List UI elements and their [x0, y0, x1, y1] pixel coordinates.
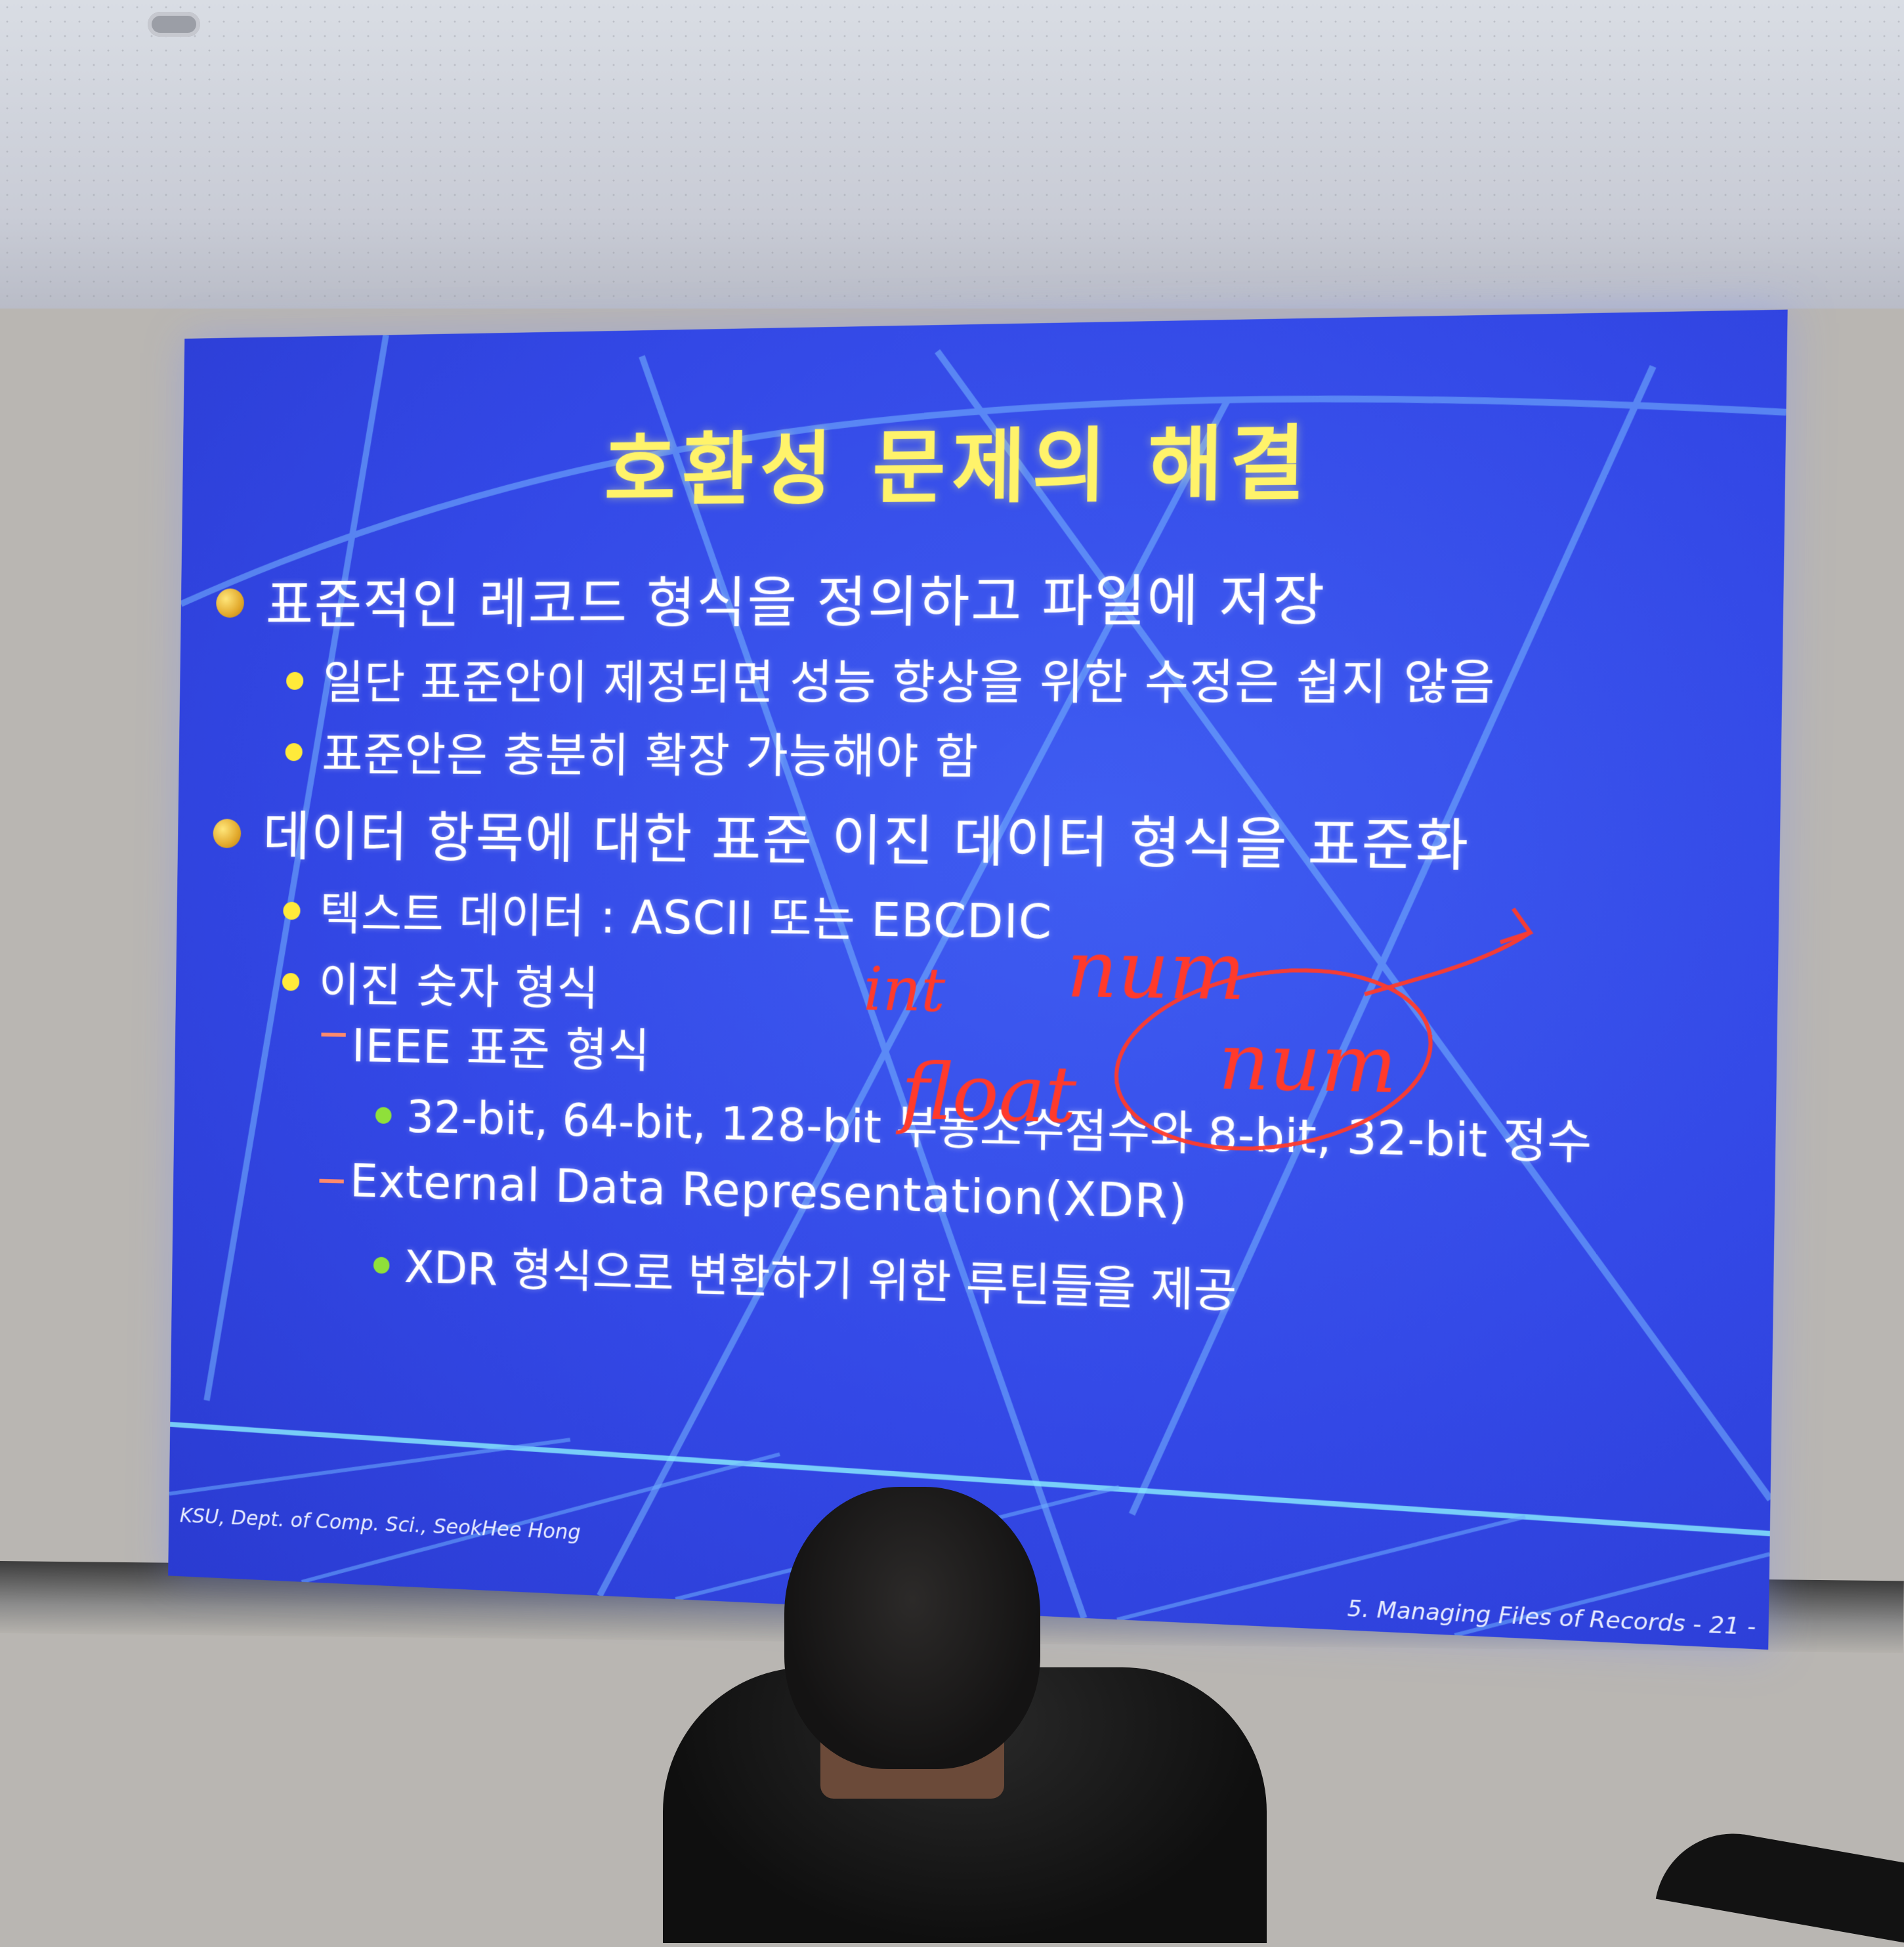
- slide: 호환성 문제의 해결 표준적인 레코드 형식을 정의하고 파일에 저장 일단 표…: [168, 309, 1788, 1650]
- slide-line-3: 표준안은 충분히 확장 가능해야 함: [322, 727, 979, 784]
- lecture-room-photo: 호환성 문제의 해결 표준적인 레코드 형식을 정의하고 파일에 저장 일단 표…: [0, 0, 1904, 1947]
- slide-line-4: 데이터 항목에 대한 표준 이진 데이터 형식을 표준화: [262, 805, 1471, 879]
- sprinkler-icon: [148, 12, 200, 37]
- slide-title: 호환성 문제의 해결: [604, 416, 1313, 517]
- ceiling-texture: [0, 0, 1904, 309]
- slide-line-2: 일단 표준안이 제정되면 성능 향상을 위한 수정은 쉽지 않음: [322, 653, 1496, 710]
- bg-line: [1132, 366, 1653, 1535]
- person-head: [784, 1487, 1040, 1769]
- dash-level3: [321, 1033, 346, 1037]
- ceiling: [0, 0, 1904, 309]
- chair-edge: [1655, 1821, 1904, 1947]
- projected-slide-wrapper: 호환성 문제의 해결 표준적인 레코드 형식을 정의하고 파일에 저장 일단 표…: [168, 309, 1788, 1650]
- slide-line-7: IEEE 표준 형식: [351, 1018, 651, 1079]
- bg-line: [625, 349, 1102, 1618]
- dash-level3: [319, 1178, 344, 1184]
- slide-line-1: 표준적인 레코드 형식을 정의하고 파일에 저장: [265, 567, 1326, 636]
- slide-line-5: 텍스트 데이터 : ASCII 또는 EBCDIC: [319, 886, 1053, 950]
